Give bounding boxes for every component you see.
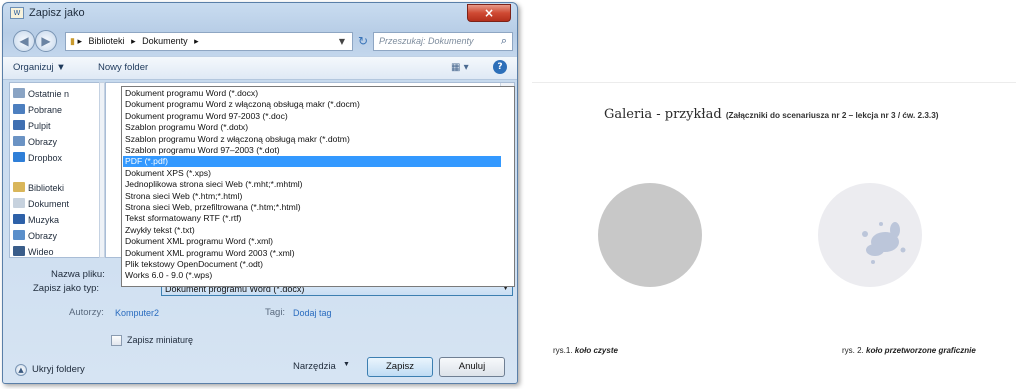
figure1-caption: rys.1. koło czyste <box>553 346 618 355</box>
authors-field[interactable]: Komputer2 <box>115 308 159 318</box>
forward-arrow-icon: ▶ <box>41 34 51 48</box>
documents-library-icon <box>13 198 25 208</box>
dialog-title: Zapisz jako <box>29 7 85 19</box>
nav-item-0[interactable]: Ostatnie n <box>13 86 99 102</box>
nav-item-label: Muzyka <box>28 215 60 225</box>
back-button[interactable]: ◀ <box>13 30 35 52</box>
save-button[interactable]: Zapisz <box>367 357 433 377</box>
file-type-option[interactable]: Plik tekstowy OpenDocument (*.odt) <box>123 259 501 270</box>
pictures-folder-icon <box>13 136 25 146</box>
figure1-number: rys.1. <box>553 346 573 355</box>
file-type-option[interactable]: Strona sieci Web, przefiltrowana (*.htm;… <box>123 202 501 213</box>
nav-item-5[interactable]: Biblioteki <box>13 180 99 196</box>
nav-item-2[interactable]: Pulpit <box>13 118 99 134</box>
file-type-option[interactable]: Tekst sformatowany RTF (*.rtf) <box>123 213 501 224</box>
authors-label: Autorzy: <box>69 307 104 318</box>
nav-item-9[interactable]: Wideo <box>13 244 99 260</box>
breadcrumb-separator-icon: ▸ <box>131 36 136 46</box>
tools-dropdown-icon[interactable]: ▼ <box>343 361 350 368</box>
search-icon[interactable]: ⌕ <box>497 33 511 50</box>
nav-item-label: Ostatnie n <box>28 89 70 99</box>
nav-item-label: Pobrane <box>28 105 63 115</box>
file-type-option[interactable]: Dokument XPS (*.xps) <box>123 168 501 179</box>
nav-item-label: Obrazy <box>28 231 58 241</box>
file-type-option[interactable]: PDF (*.pdf) <box>123 156 501 168</box>
plain-circle <box>598 183 702 287</box>
nav-item-6[interactable]: Dokument <box>13 196 99 212</box>
file-type-option[interactable]: Dokument programu Word (*.docx) <box>123 88 501 99</box>
breadcrumb-separator-icon: ▸ <box>194 36 199 46</box>
recent-places-icon <box>13 88 25 98</box>
forward-button[interactable]: ▶ <box>35 30 57 52</box>
breadcrumb-libraries[interactable]: Biblioteki <box>89 36 125 46</box>
file-type-option[interactable]: Szablon programu Word 97–2003 (*.dot) <box>123 145 501 156</box>
document-subtitle: (Załączniki do scenariusza nr 2 – lekcja… <box>725 111 939 120</box>
file-type-option[interactable]: Works 6.0 - 9.0 (*.wps) <box>123 270 501 281</box>
file-type-option[interactable]: Dokument XML programu Word 2003 (*.xml) <box>123 248 501 259</box>
tools-button[interactable]: Narzędzia <box>293 361 336 372</box>
file-type-option[interactable]: Dokument programu Word z włączoną obsług… <box>123 99 501 110</box>
nav-item-label: Biblioteki <box>28 183 65 193</box>
hide-folders-button[interactable]: Ukryj foldery <box>32 364 85 375</box>
help-icon[interactable]: ? <box>493 60 507 74</box>
back-arrow-icon: ◀ <box>19 34 29 48</box>
tags-label: Tagi: <box>265 307 286 318</box>
breadcrumb-documents[interactable]: Dokumenty <box>142 36 188 46</box>
desktop-icon <box>13 120 25 130</box>
video-library-icon <box>13 246 25 256</box>
libraries-icon: ▮ <box>70 36 75 46</box>
new-folder-button[interactable]: Nowy folder <box>98 60 148 76</box>
address-bar[interactable]: ▮ ▸ Biblioteki ▸ Dokumenty ▸ <box>65 32 353 51</box>
file-type-option[interactable]: Dokument XML programu Word (*.xml) <box>123 236 501 247</box>
close-button[interactable]: × <box>467 4 511 22</box>
processed-circle <box>818 183 922 287</box>
word-app-icon: W <box>10 7 24 19</box>
file-type-option[interactable]: Strona sieci Web (*.htm;*.html) <box>123 191 501 202</box>
nav-item-label: Dropbox <box>28 153 63 163</box>
music-library-icon <box>13 214 25 224</box>
libraries-icon <box>13 182 25 192</box>
save-thumbnail-label: Zapisz miniaturę <box>127 335 194 345</box>
dropbox-icon <box>13 152 25 162</box>
nav-item-3[interactable]: Obrazy <box>13 134 99 150</box>
refresh-icon[interactable]: ↻ <box>355 32 371 51</box>
tags-field[interactable]: Dodaj tag <box>293 308 332 318</box>
nav-item-label: Wideo <box>28 247 54 257</box>
organize-button[interactable]: Organizuj ▼ <box>13 60 66 76</box>
search-input[interactable]: Przeszukaj: Dokumenty <box>373 32 513 51</box>
nav-item-label: Pulpit <box>28 121 51 131</box>
figure2-number: rys. 2. <box>842 346 864 355</box>
command-bar <box>3 56 517 80</box>
file-type-option[interactable]: Jednoplikowa strona sieci Web (*.mht;*.m… <box>123 179 501 190</box>
change-view-icon[interactable]: ▦ ▾ <box>451 60 473 76</box>
breadcrumb-separator-icon: ▸ <box>77 36 82 46</box>
save-type-label: Zapisz jako typ: <box>33 283 99 294</box>
figure2-caption: rys. 2. koło przetworzone graficznie <box>842 346 976 355</box>
downloads-folder-icon <box>13 104 25 114</box>
pictures-library-icon <box>13 230 25 240</box>
figure1-name: koło czyste <box>574 346 618 355</box>
save-as-dialog: W Zapisz jako × ◀ ▶ ▮ ▸ Biblioteki ▸ Dok… <box>2 2 518 384</box>
nav-item-1[interactable]: Pobrane <box>13 102 99 118</box>
nav-item-label: Obrazy <box>28 137 58 147</box>
document-title: Galeria - przykład (Załączniki do scenar… <box>604 107 938 122</box>
nav-item-4[interactable]: Dropbox <box>13 150 99 166</box>
nav-item-7[interactable]: Muzyka <box>13 212 99 228</box>
plain-circle-figure <box>598 183 702 287</box>
file-type-option[interactable]: Szablon programu Word (*.dotx) <box>123 122 501 133</box>
file-type-option[interactable]: Szablon programu Word z włączoną obsługą… <box>123 134 501 145</box>
file-type-option[interactable]: Zwykły tekst (*.txt) <box>123 225 501 236</box>
nav-item-label: Dokument <box>28 199 70 209</box>
collapse-arrow-icon[interactable]: ▲ <box>15 364 27 376</box>
processed-circle-figure <box>818 183 922 287</box>
figure2-name: koło przetworzone graficznie <box>866 346 976 355</box>
address-dropdown-icon[interactable]: ▼ <box>333 33 351 50</box>
nav-item-8[interactable]: Obrazy <box>13 228 99 244</box>
document-title-text: Galeria - przykład <box>604 107 722 122</box>
file-type-option[interactable]: Dokument programu Word 97-2003 (*.doc) <box>123 111 501 122</box>
save-thumbnail-checkbox[interactable] <box>111 335 122 346</box>
cancel-button[interactable]: Anuluj <box>439 357 505 377</box>
filename-label: Nazwa pliku: <box>51 269 105 280</box>
